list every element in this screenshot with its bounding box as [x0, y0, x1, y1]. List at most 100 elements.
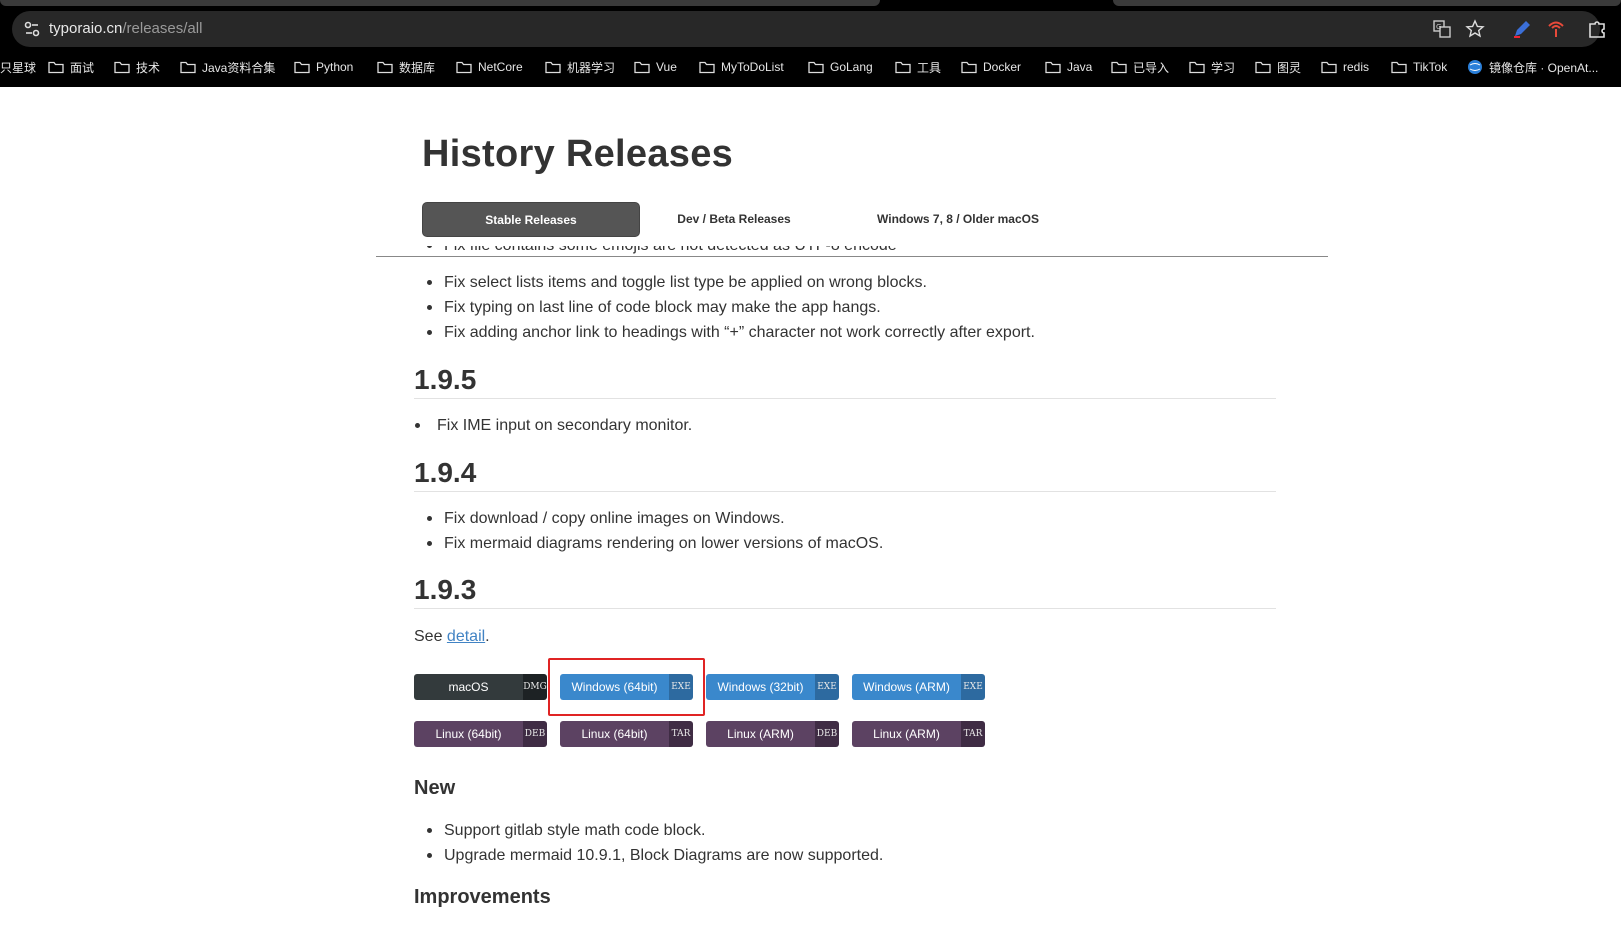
- url-host: typoraio.cn: [49, 20, 123, 37]
- address-bar[interactable]: typoraio.cn/releases/all G: [12, 11, 1600, 47]
- folder-icon: [180, 61, 196, 73]
- list-item: Fix download / copy online images on Win…: [414, 506, 883, 531]
- bookmark-star-icon[interactable]: [1465, 19, 1485, 39]
- download-linux-arm-deb-button[interactable]: Linux (ARM) DEB: [706, 721, 839, 747]
- bookmark-folder[interactable]: 面试: [48, 58, 94, 76]
- version-heading: 1.9.5: [414, 364, 477, 395]
- bookmark-label: 已导入: [1133, 60, 1170, 75]
- translate-icon[interactable]: G: [1432, 19, 1452, 39]
- folder-icon: [545, 61, 561, 73]
- antenna-extension-icon[interactable]: [1545, 18, 1567, 40]
- bookmark-label: GoLang: [830, 60, 873, 74]
- download-label: Linux (64bit): [560, 721, 669, 747]
- url-path: /releases/all: [122, 20, 203, 37]
- list-item: Fix typing on last line of code block ma…: [414, 295, 1035, 320]
- list-item: Support gitlab style math code block.: [414, 818, 883, 843]
- bookmark-folder[interactable]: MyToDoList: [699, 58, 784, 76]
- download-linux-arm-tar-button[interactable]: Linux (ARM) TAR: [852, 721, 985, 747]
- bookmark-folder[interactable]: GoLang: [808, 58, 873, 76]
- folder-icon: [294, 61, 310, 73]
- site-info-icon[interactable]: [22, 19, 42, 39]
- globe-favicon-icon: [1468, 60, 1482, 74]
- folder-icon: [1189, 61, 1205, 73]
- see-suffix: .: [485, 628, 490, 645]
- download-linux-64bit-deb-button[interactable]: Linux (64bit) DEB: [414, 721, 547, 747]
- bookmark-label: 图灵: [1277, 60, 1302, 75]
- see-detail-text: See detail.: [414, 628, 490, 646]
- download-windows-arm-button[interactable]: Windows (ARM) EXE: [852, 674, 985, 700]
- improvements-heading: Improvements: [414, 886, 551, 908]
- bookmark-folder[interactable]: NetCore: [456, 58, 523, 76]
- tab-stable-releases[interactable]: Stable Releases: [422, 202, 640, 237]
- list-item: Fix mermaid diagrams rendering on lower …: [414, 531, 883, 556]
- heading-rule: [414, 398, 1276, 399]
- bookmark-folder[interactable]: 学习: [1189, 58, 1235, 76]
- list-item: Fix select lists items and toggle list t…: [414, 270, 1035, 295]
- folder-icon: [1321, 61, 1337, 73]
- pen-extension-icon[interactable]: [1511, 18, 1533, 40]
- highlight-annotation-box: [548, 658, 705, 716]
- url-text[interactable]: typoraio.cn/releases/all: [49, 19, 202, 39]
- bookmark-folder[interactable]: 工具: [895, 58, 941, 76]
- download-ext: DMG: [523, 674, 547, 700]
- puzzle-extensions-icon[interactable]: [1586, 18, 1608, 40]
- new-heading: New: [414, 777, 456, 799]
- version-heading: 1.9.4: [414, 457, 477, 488]
- page-title: History Releases: [422, 133, 734, 175]
- bookmark-folder[interactable]: Python: [294, 58, 353, 76]
- folder-icon: [1045, 61, 1061, 73]
- download-ext: DEB: [523, 721, 547, 747]
- download-ext: TAR: [961, 721, 985, 747]
- detail-link[interactable]: detail: [447, 628, 485, 645]
- download-macos-button[interactable]: macOS DMG: [414, 674, 547, 700]
- download-ext: EXE: [815, 674, 839, 700]
- download-ext: EXE: [961, 674, 985, 700]
- download-label: Linux (ARM): [852, 721, 961, 747]
- bookmark-label: 学习: [1211, 60, 1236, 75]
- bookmark-label: Java: [1067, 60, 1093, 74]
- folder-icon: [1391, 61, 1407, 73]
- tab-strip-edge: [1113, 0, 1621, 6]
- download-linux-64bit-tar-button[interactable]: Linux (64bit) TAR: [560, 721, 693, 747]
- bookmark-folder[interactable]: redis: [1321, 58, 1369, 76]
- heading-rule: [414, 608, 1276, 609]
- bookmark-folder[interactable]: 已导入: [1111, 58, 1169, 76]
- bookmark-folder[interactable]: TikTok: [1391, 58, 1447, 76]
- bookmark-folder[interactable]: Docker: [961, 58, 1021, 76]
- bookmark-folder[interactable]: Java: [1045, 58, 1092, 76]
- folder-icon: [699, 61, 715, 73]
- bookmark-item[interactable]: 只星球: [0, 58, 36, 76]
- folder-icon: [961, 61, 977, 73]
- download-label: Linux (64bit): [414, 721, 523, 747]
- v195-list: Fix IME input on secondary monitor.: [414, 413, 692, 438]
- bookmark-folder[interactable]: Java资料合集: [180, 58, 275, 76]
- download-label: macOS: [414, 674, 523, 700]
- download-ext: TAR: [669, 721, 693, 747]
- tab-dev-beta-releases[interactable]: Dev / Beta Releases: [666, 202, 802, 237]
- folder-icon: [456, 61, 472, 73]
- download-label: Windows (ARM): [852, 674, 961, 700]
- folder-icon: [377, 61, 393, 73]
- folder-icon: [114, 61, 130, 73]
- bookmark-folder[interactable]: 数据库: [377, 58, 435, 76]
- bookmark-label: 机器学习: [567, 60, 616, 75]
- v194-list: Fix download / copy online images on Win…: [414, 506, 883, 556]
- bookmark-label: 面试: [70, 60, 95, 75]
- bookmark-label: NetCore: [478, 60, 523, 74]
- bookmark-folder[interactable]: 机器学习: [545, 58, 615, 76]
- svg-text:G: G: [1436, 23, 1441, 31]
- bookmark-label: Vue: [656, 60, 677, 74]
- top-list: Fix select lists items and toggle list t…: [414, 270, 1035, 345]
- bookmark-folder[interactable]: 图灵: [1255, 58, 1301, 76]
- bookmark-folder[interactable]: Vue: [634, 58, 677, 76]
- download-windows-32bit-button[interactable]: Windows (32bit) EXE: [706, 674, 839, 700]
- bookmark-item[interactable]: 镜像仓库 · OpenAt...: [1467, 58, 1598, 76]
- tab-strip-edge: [0, 0, 880, 6]
- folder-icon: [895, 61, 911, 73]
- bookmark-label: 只星球: [0, 60, 37, 75]
- new-list: Support gitlab style math code block. Up…: [414, 818, 883, 868]
- bookmark-folder[interactable]: 技术: [114, 58, 160, 76]
- bookmark-label: Java资料合集: [202, 60, 276, 75]
- tab-windows-older-macos[interactable]: Windows 7, 8 / Older macOS: [872, 202, 1044, 237]
- heading-rule: [414, 491, 1276, 492]
